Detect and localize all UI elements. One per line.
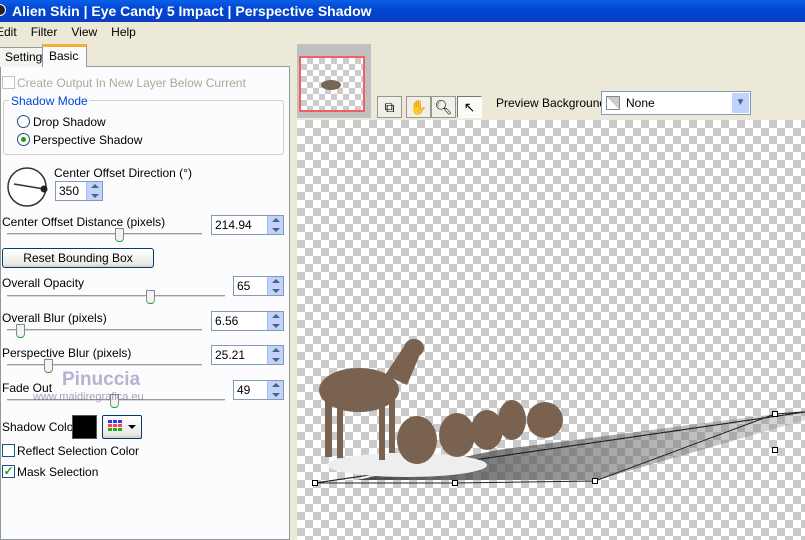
- palette-icon: [108, 420, 136, 431]
- hand-tool-button[interactable]: ✋: [406, 96, 431, 118]
- opacity-slider-thumb[interactable]: [146, 290, 155, 304]
- blur-spinner[interactable]: 6.56: [211, 311, 284, 331]
- direction-label: Center Offset Direction (°): [54, 166, 192, 180]
- drop-shadow-label: Drop Shadow: [33, 115, 106, 129]
- blur-slider-thumb[interactable]: [16, 324, 25, 338]
- menu-help[interactable]: Help: [111, 25, 136, 39]
- blur-slider-track[interactable]: [7, 329, 202, 332]
- spin-buttons[interactable]: [267, 312, 283, 330]
- title-bar: Alien Skin | Eye Candy 5 Impact | Perspe…: [0, 0, 805, 22]
- preview-background-select[interactable]: None ▼: [601, 91, 751, 115]
- bounding-handle[interactable]: [592, 478, 598, 484]
- mask-selection-checkbox[interactable]: ✓: [2, 465, 15, 478]
- create-output-checkbox[interactable]: [2, 76, 15, 89]
- opacity-value[interactable]: 65: [237, 279, 250, 293]
- arrow-pointer-icon: ↖: [463, 99, 476, 115]
- bounding-handle[interactable]: [772, 447, 778, 453]
- distance-spinner[interactable]: 214.94: [211, 215, 284, 235]
- reset-bounding-box-button[interactable]: Reset Bounding Box: [2, 248, 154, 268]
- hand-icon: ✋: [409, 99, 428, 115]
- drop-shadow-radio[interactable]: [17, 115, 30, 128]
- perspective-blur-slider-track[interactable]: [7, 364, 202, 367]
- fade-out-value[interactable]: 49: [237, 383, 250, 397]
- zoom-tool-button[interactable]: 🔍︎: [431, 96, 456, 118]
- create-output-label: Create Output In New Layer Below Current: [17, 76, 246, 90]
- distance-slider-track[interactable]: [7, 233, 202, 236]
- blur-label: Overall Blur (pixels): [2, 311, 107, 325]
- distance-value[interactable]: 214.94: [215, 218, 252, 232]
- spin-buttons[interactable]: [267, 216, 283, 234]
- preview-background-label: Preview Background:: [496, 96, 610, 110]
- magnifier-icon: 🔍︎: [434, 99, 453, 115]
- navigator: [297, 44, 371, 118]
- spin-buttons[interactable]: [267, 346, 283, 364]
- preview-background-value: None: [626, 96, 655, 110]
- navigator-thumbnail[interactable]: [299, 56, 365, 112]
- menu-view[interactable]: View: [71, 25, 97, 39]
- shadow-mode-label: Shadow Mode: [9, 94, 90, 108]
- fade-out-spinner[interactable]: 49: [233, 380, 284, 400]
- menu-filter[interactable]: Filter: [31, 25, 58, 39]
- direction-dial[interactable]: [6, 166, 48, 208]
- menu-bar: Edit Filter View Help: [0, 22, 801, 42]
- chevron-down-icon[interactable]: ▼: [732, 93, 749, 113]
- perspective-blur-spinner[interactable]: 25.21: [211, 345, 284, 365]
- watermark-name: Pinuccia: [62, 369, 141, 390]
- perspective-blur-value[interactable]: 25.21: [215, 348, 245, 362]
- direction-value[interactable]: 350: [59, 184, 79, 198]
- deer-group: [319, 339, 563, 464]
- blur-value[interactable]: 6.56: [215, 314, 238, 328]
- compare-icon: ⧉: [384, 99, 395, 115]
- tab-basic[interactable]: Basic: [42, 44, 87, 67]
- select-tool-button[interactable]: ↖: [457, 96, 482, 118]
- shadow-color-label: Shadow Color: [2, 420, 78, 434]
- bounding-handle[interactable]: [452, 480, 458, 486]
- watermark-url: www.maidiregrafica.eu: [33, 391, 144, 403]
- checker-icon: [606, 96, 620, 110]
- spin-buttons[interactable]: [267, 381, 283, 399]
- compare-tool-button[interactable]: ⧉: [377, 96, 402, 118]
- reflect-selection-label: Reflect Selection Color: [17, 444, 140, 458]
- spin-buttons[interactable]: [86, 182, 102, 200]
- opacity-spinner[interactable]: 65: [233, 276, 284, 296]
- perspective-shadow-label: Perspective Shadow: [33, 133, 143, 147]
- preview-canvas[interactable]: [297, 120, 805, 540]
- distance-label: Center Offset Distance (pixels): [2, 215, 166, 229]
- menu-edit[interactable]: Edit: [0, 25, 17, 39]
- direction-spinner[interactable]: 350: [55, 181, 103, 201]
- opacity-label: Overall Opacity: [2, 276, 85, 290]
- distance-slider-thumb[interactable]: [115, 228, 124, 242]
- perspective-blur-slider-thumb[interactable]: [44, 359, 53, 373]
- bounding-handle[interactable]: [312, 480, 318, 486]
- mask-selection-label: Mask Selection: [17, 465, 99, 479]
- window-title: Alien Skin | Eye Candy 5 Impact | Perspe…: [12, 3, 372, 19]
- bounding-handle[interactable]: [772, 411, 778, 417]
- perspective-shadow-radio[interactable]: [17, 133, 30, 146]
- app-logo-icon: [0, 4, 6, 16]
- shadow-color-swatch[interactable]: [72, 415, 97, 439]
- perspective-blur-label: Perspective Blur (pixels): [2, 346, 132, 360]
- color-picker-button[interactable]: [102, 415, 142, 439]
- preview-image: [314, 339, 805, 484]
- reflect-selection-checkbox[interactable]: [2, 444, 15, 457]
- spin-buttons[interactable]: [267, 277, 283, 295]
- opacity-slider-track[interactable]: [7, 295, 225, 298]
